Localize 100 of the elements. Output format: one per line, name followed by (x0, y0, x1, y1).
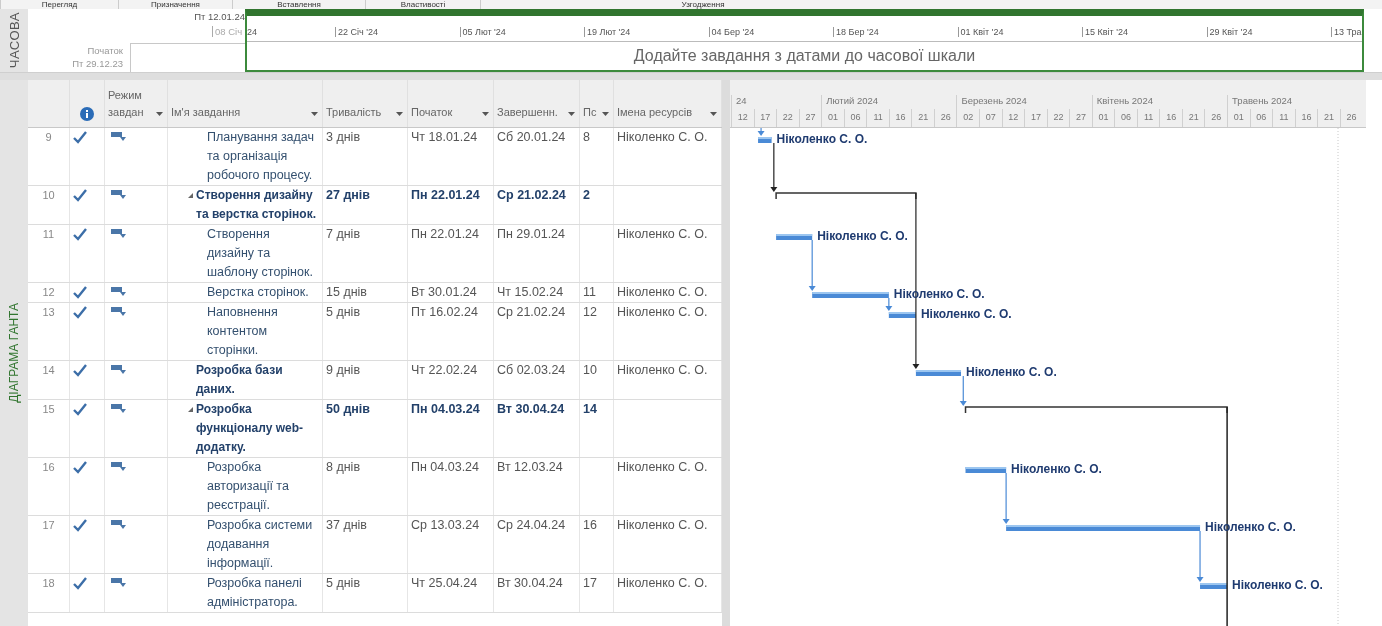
duration-text: 50 днів (326, 402, 371, 416)
column-header[interactable]: Тривалість (323, 80, 408, 127)
ribbon-tab[interactable]: Властивості (365, 0, 480, 9)
timeline-tick: 22 Січ '24 (335, 27, 460, 37)
finish-date: Вт 12.03.24 (497, 460, 563, 474)
row-number: 15 (42, 403, 55, 415)
start-date: Чт 22.02.24 (411, 363, 478, 377)
finish-date: Сб 20.01.24 (497, 130, 566, 144)
start-date: Пн 22.01.24 (411, 227, 480, 241)
predecessor-text: 10 (583, 363, 597, 377)
task-name: Верстка сторінок. (207, 284, 309, 301)
caret-icon (156, 112, 163, 116)
row-number: 11 (42, 228, 55, 240)
month-label: Березень 2024 (956, 95, 1092, 109)
task-name: Розробка авторизації та реєстрації. (207, 459, 290, 514)
collapse-triangle-icon[interactable] (188, 407, 193, 412)
day-label: 12 (731, 109, 754, 127)
start-date: Вт 30.01.24 (411, 285, 477, 299)
finish-date: Пн 29.01.24 (497, 227, 566, 241)
task-name: Наповнення контентом сторінки. (207, 304, 279, 359)
day-label: 12 (1001, 109, 1025, 127)
day-label: 07 (979, 109, 1002, 127)
month-label: Лютий 2024 (821, 95, 957, 109)
resource-label: Ніколенко С. О. (1011, 462, 1102, 476)
resource-name: Ніколенко С. О. (617, 227, 708, 241)
start-label: Початок (87, 44, 123, 57)
timeline-tick: 04 Бер '24 (708, 27, 833, 37)
resource-name: Ніколенко С. О. (617, 363, 708, 377)
day-label: 11 (1272, 109, 1295, 127)
day-label: 01 (1091, 109, 1115, 127)
timeline-tick: 15 Квіт '24 (1082, 27, 1207, 37)
task-mode-icon (111, 578, 126, 588)
resource-name: Ніколенко С. О. (617, 518, 708, 532)
predecessor-text: 17 (583, 576, 597, 590)
column-header[interactable]: Пс (580, 80, 614, 127)
day-label: 06 (843, 109, 867, 127)
day-label: 06 (1114, 109, 1137, 127)
day-label: 27 (1069, 109, 1092, 127)
resource-name: Ніколенко С. О. (617, 576, 708, 590)
info-icon (79, 107, 94, 121)
duration-text: 37 днів (326, 518, 367, 532)
ribbon-tab[interactable]: Вставлення (232, 0, 365, 9)
finish-date: Ср 21.02.24 (497, 188, 566, 202)
day-label: 02 (956, 109, 979, 127)
duration-text: 5 днів (326, 576, 361, 590)
task-mode-icon (111, 365, 126, 375)
start-date: Пн 22.01.24 (411, 188, 480, 202)
duration-text: 7 днів (326, 227, 361, 241)
ribbon-tab[interactable]: Призначення (118, 0, 232, 9)
row-number: 13 (42, 306, 55, 318)
task-mode-icon (111, 462, 126, 472)
row-number: 16 (42, 461, 55, 473)
task-name: Створення дизайну та верстка сторінок. (196, 187, 317, 223)
task-mode-icon (111, 132, 126, 142)
timeline-hint: Додайте завдання з датами до часової шкали (632, 46, 977, 66)
duration-text: 9 днів (326, 363, 361, 377)
column-header[interactable]: Початок (408, 80, 494, 127)
day-label: 21 (911, 109, 934, 127)
collapse-triangle-icon[interactable] (188, 193, 193, 198)
timeline-tick: 13 Тра (1331, 27, 1362, 37)
finish-date: Чт 15.02.24 (497, 285, 564, 299)
resource-label: Ніколенко С. О. (776, 132, 868, 146)
resource-name: Ніколенко С. О. (617, 130, 708, 144)
predecessor-text: 11 (583, 285, 596, 299)
row-number: 18 (42, 577, 55, 589)
day-label: 17 (753, 109, 777, 127)
day-label: 26 (933, 109, 957, 127)
timeline-tick: 29 Квіт '24 (1206, 27, 1331, 37)
day-label: 16 (888, 109, 912, 127)
day-label: 21 (1317, 109, 1340, 127)
day-label: 11 (866, 109, 889, 127)
column-header[interactable]: Завершенн. (494, 80, 580, 127)
timeline-tick: 19 Лют '24 (584, 27, 709, 37)
day-label: 27 (798, 109, 822, 127)
ribbon-tab[interactable]: Узгодження (480, 0, 925, 9)
day-label: 16 (1159, 109, 1182, 127)
day-label: 21 (1181, 109, 1205, 127)
resource-name: Ніколенко С. О. (617, 460, 708, 474)
start-date: Пн 04.03.24 (411, 460, 480, 474)
day-label: 22 (776, 109, 799, 127)
caret-icon (396, 112, 403, 116)
start-date: Ср 13.03.24 (411, 518, 480, 532)
day-label: 01 (821, 109, 844, 127)
task-name: Розробка бази даних. (196, 362, 284, 398)
column-header[interactable]: Режим завдан (105, 80, 168, 127)
finish-date: Ср 21.02.24 (497, 305, 566, 319)
finish-date: Ср 24.04.24 (497, 518, 566, 532)
finish-date: Сб 02.03.24 (497, 363, 566, 377)
task-mode-icon (111, 307, 126, 317)
duration-text: 8 днів (326, 460, 361, 474)
month-label: Травень 2024 (1227, 95, 1363, 109)
timeline-tick: 05 Лют '24 (459, 27, 584, 37)
column-header[interactable]: Ім'я завдання (168, 80, 323, 127)
day-label: 26 (1204, 109, 1228, 127)
resource-name: Ніколенко С. О. (617, 305, 708, 319)
timeline-label: ЧАСОВА (6, 12, 22, 69)
task-mode-icon (111, 520, 126, 530)
duration-text: 15 днів (326, 285, 367, 299)
row-number: 12 (42, 286, 55, 298)
duration-text: 3 днів (326, 130, 361, 144)
